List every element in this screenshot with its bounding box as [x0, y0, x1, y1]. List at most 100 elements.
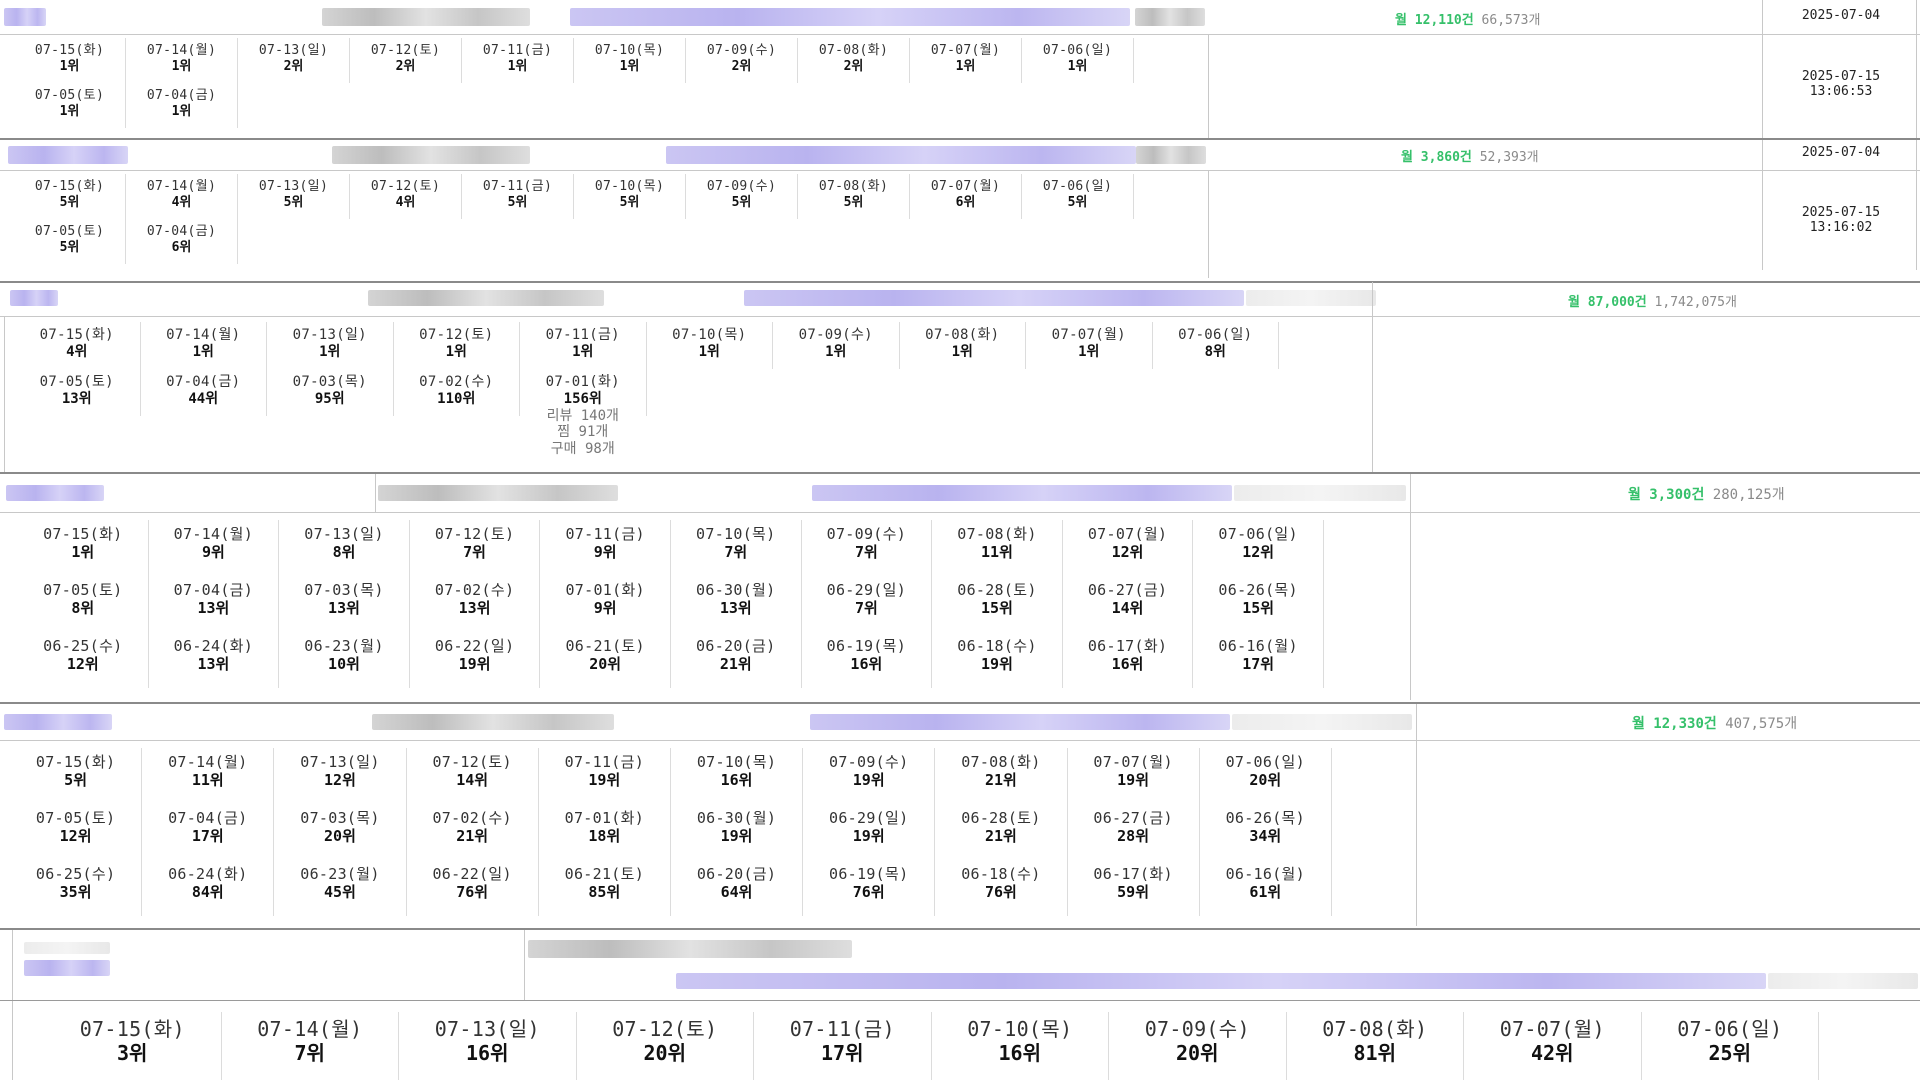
rank-date: 07-07(월): [1093, 753, 1173, 771]
rank-cell: 07-11(금) 5위: [462, 174, 574, 219]
rank-cell: 07-10(목) 1위: [647, 322, 773, 369]
redacted-product-title[interactable]: [666, 146, 1136, 164]
rank-cell: 07-11(금) 9위: [540, 520, 671, 576]
rank-date: 06-19(목): [829, 865, 909, 883]
rank-value: 19위: [588, 771, 621, 789]
rank-cell: 06-27(금) 14위: [1063, 576, 1194, 632]
rank-cell: 07-15(화) 1위: [18, 520, 149, 576]
rank-value: 1위: [619, 58, 640, 74]
rank-date: 07-10(목): [594, 43, 665, 58]
rank-date: 07-06(일): [1042, 179, 1113, 194]
rank-value: 7위: [463, 543, 486, 561]
rank-value: 12위: [324, 771, 356, 789]
product-header: 월 3,860건 52,393개 2025-07-04: [0, 140, 1920, 171]
rank-date: 07-04(금): [168, 809, 248, 827]
monthly-volume: 월 12,330건: [1632, 716, 1717, 732]
redacted-product-title[interactable]: [676, 973, 1766, 989]
rank-value: 13위: [328, 599, 360, 617]
rank-value: 21위: [456, 827, 489, 845]
redacted-product-title[interactable]: [744, 290, 1244, 306]
rank-cell: 07-10(목) 5위: [574, 174, 686, 219]
rank-value: 5위: [619, 194, 640, 210]
rank-cell: 07-07(월) 1위: [1026, 322, 1153, 369]
rank-cell: 07-13(일) 12위: [274, 748, 407, 804]
rank-cell: 07-09(수) 2위: [686, 38, 798, 83]
rank-value: 9위: [593, 543, 617, 561]
rank-cell: 06-28(토) 15위: [932, 576, 1063, 632]
divider: [375, 474, 376, 512]
rank-value: 81위: [1353, 1041, 1396, 1065]
search-volume: 월 3,860건 52,393개: [1401, 146, 1539, 165]
rank-date: 07-07(월): [930, 43, 1001, 58]
rank-cell: 07-11(금) 1위: [462, 38, 574, 83]
rank-value: 13위: [458, 599, 491, 617]
registration-date: 2025-07-04: [1801, 145, 1881, 160]
rank-date: 07-15(화): [35, 753, 116, 771]
rank-value: 17위: [1242, 655, 1275, 673]
rank-value: 4위: [395, 194, 416, 210]
redacted-product-title[interactable]: [812, 485, 1232, 501]
rank-value: 5위: [843, 194, 864, 210]
rank-date: 06-24(화): [173, 637, 254, 655]
rank-value: 7위: [854, 599, 878, 617]
rank-date: 07-02(수): [432, 809, 512, 827]
rank-cell: 07-05(토) 5위: [14, 219, 126, 264]
rank-cell: 07-03(목) 95위: [267, 369, 394, 416]
rank-value: 34위: [1249, 827, 1282, 845]
rank-cell: 07-13(일) 5위: [238, 174, 350, 219]
rank-cell: 07-08(화) 21위: [935, 748, 1068, 804]
rank-value: 12위: [1111, 543, 1144, 561]
product-count: 280,125개: [1712, 487, 1785, 503]
rank-cell: 07-07(월) 6위: [910, 174, 1022, 219]
product-block: 월 3,300건 280,125개 07-15(화) 1위 07-14(월) 9위 07…: [0, 474, 1920, 704]
rank-value: 1위: [951, 343, 973, 360]
rank-date: 07-03(목): [300, 809, 380, 827]
rank-value: 8위: [71, 599, 95, 617]
rank-date: 07-15(화): [34, 43, 105, 58]
rank-date: 07-02(수): [419, 374, 494, 390]
rank-date: 06-16(월): [1218, 637, 1298, 655]
rank-cell: 07-06(일) 8위: [1153, 322, 1279, 369]
rank-date: 07-05(토): [34, 88, 105, 103]
rank-date: 07-15(화): [79, 1017, 185, 1041]
rank-history: 07-15(화) 5위 07-14(월) 4위 07-13(일) 5위 07-12(토) 4위…: [14, 174, 1134, 264]
rank-cell: 07-12(토) 7위: [410, 520, 541, 576]
search-volume: 월 12,330건 407,575개: [1632, 713, 1797, 733]
rank-value: 5위: [59, 194, 80, 210]
rank-value: 45위: [324, 883, 356, 901]
redacted-product-title[interactable]: [570, 8, 1130, 26]
rank-value: 12위: [66, 655, 99, 673]
divider: [1410, 474, 1411, 700]
rank-value: 1위: [825, 343, 847, 360]
rank-value: 64위: [720, 883, 753, 901]
rank-value: 16위: [850, 655, 883, 673]
rank-cell: 07-07(월) 12위: [1063, 520, 1194, 576]
rank-cell: 06-29(일) 19위: [803, 804, 936, 860]
rank-cell: 07-10(목) 1위: [574, 38, 686, 83]
rank-date: 07-07(월): [1499, 1017, 1605, 1041]
rank-value: 19위: [1117, 771, 1150, 789]
rank-date: 06-30(월): [696, 809, 777, 827]
rank-value: 85위: [588, 883, 621, 901]
rank-date: 07-10(목): [672, 327, 747, 343]
rank-cell: 07-14(월) 11위: [142, 748, 275, 804]
rank-date: 07-12(토): [370, 179, 441, 194]
monthly-volume: 월 3,300건: [1628, 487, 1705, 503]
rank-date: 07-12(토): [419, 327, 494, 343]
redacted-store: [332, 146, 530, 164]
redacted-store: [528, 940, 852, 958]
rank-date: 07-01(화): [565, 581, 645, 599]
rank-cell: 06-25(수) 12위: [18, 632, 149, 688]
rank-value: 20위: [643, 1041, 686, 1065]
last-checked-date: 2025-07-15: [1801, 69, 1881, 84]
rank-date: 07-14(월): [166, 327, 241, 343]
redacted-product-title[interactable]: [810, 714, 1230, 730]
rank-cell: 07-15(화) 5위: [10, 748, 143, 804]
rank-cell: 07-07(월) 19위: [1068, 748, 1200, 804]
rank-date: 06-22(일): [432, 865, 512, 883]
rank-cell: 06-25(수) 35위: [10, 860, 143, 916]
product-block: 월 12,110건 66,573개 2025-07-04 2025-07-15 …: [0, 0, 1920, 140]
rank-cell: 07-11(금) 19위: [539, 748, 671, 804]
registration-date: 2025-07-04: [1801, 8, 1881, 23]
product-header: 월 87,000건 1,742,075개: [0, 282, 1920, 317]
